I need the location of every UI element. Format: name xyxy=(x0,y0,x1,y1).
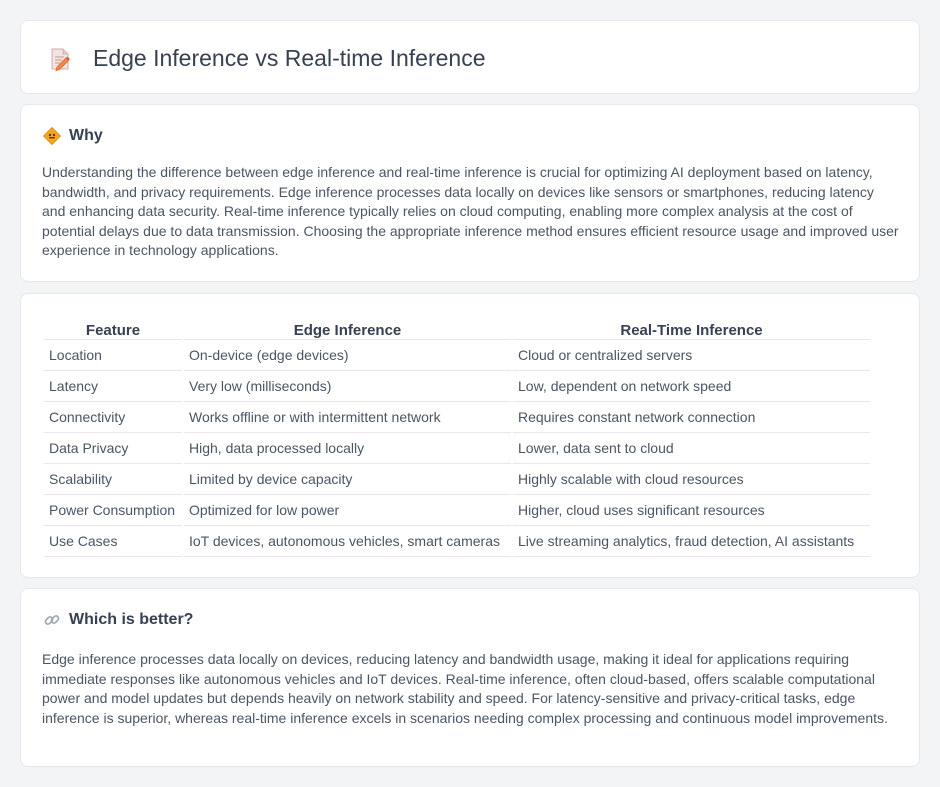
which-is-better-section: Which is better? Edge inference processe… xyxy=(20,588,920,767)
cell-edge: IoT devices, autonomous vehicles, smart … xyxy=(184,526,511,557)
cell-realtime: Low, dependent on network speed xyxy=(513,371,870,402)
cell-edge: High, data processed locally xyxy=(184,433,511,464)
diamond-sign-icon xyxy=(43,127,61,145)
table-row: Connectivity Works offline or with inter… xyxy=(44,402,870,433)
better-title: Which is better? xyxy=(69,611,194,628)
header-card: Edge Inference vs Real-time Inference xyxy=(20,20,920,94)
header-real-time-inference: Real-Time Inference xyxy=(513,318,870,340)
document-edit-icon xyxy=(51,48,70,71)
comparison-table-card: Feature Edge Inference Real-Time Inferen… xyxy=(20,293,920,578)
cell-edge: Optimized for low power xyxy=(184,495,511,526)
link-icon xyxy=(44,615,60,625)
cell-feature: Power Consumption xyxy=(44,495,182,526)
cell-realtime: Highly scalable with cloud resources xyxy=(513,464,870,495)
why-title: Why xyxy=(69,127,103,144)
cell-edge: Limited by device capacity xyxy=(184,464,511,495)
why-body: Understanding the difference between edg… xyxy=(42,164,899,259)
table-row: Data Privacy High, data processed locall… xyxy=(44,433,870,464)
cell-edge: Works offline or with intermittent netwo… xyxy=(184,402,511,433)
table-row: Power Consumption Optimized for low powe… xyxy=(44,495,870,526)
cell-realtime: Cloud or centralized servers xyxy=(513,340,870,371)
table-row: Location On-device (edge devices) Cloud … xyxy=(44,340,870,371)
why-header: Why xyxy=(43,127,103,145)
table-row: Use Cases IoT devices, autonomous vehicl… xyxy=(44,526,870,557)
cell-edge: On-device (edge devices) xyxy=(184,340,511,371)
header-feature: Feature xyxy=(44,318,182,340)
cell-feature: Connectivity xyxy=(44,402,182,433)
better-body: Edge inference processes data locally on… xyxy=(42,651,888,726)
cell-feature: Location xyxy=(44,340,182,371)
cell-realtime: Live streaming analytics, fraud detectio… xyxy=(513,526,870,557)
cell-feature: Scalability xyxy=(44,464,182,495)
why-section: Why Understanding the difference between… xyxy=(20,104,920,282)
table-header-row: Feature Edge Inference Real-Time Inferen… xyxy=(44,318,870,340)
table-row: Scalability Limited by device capacity H… xyxy=(44,464,870,495)
page-title: Edge Inference vs Real-time Inference xyxy=(93,45,486,71)
header-edge-inference: Edge Inference xyxy=(184,318,511,340)
cell-realtime: Lower, data sent to cloud xyxy=(513,433,870,464)
cell-edge: Very low (milliseconds) xyxy=(184,371,511,402)
cell-feature: Use Cases xyxy=(44,526,182,557)
table-row: Latency Very low (milliseconds) Low, dep… xyxy=(44,371,870,402)
better-header: Which is better? xyxy=(43,611,193,629)
cell-feature: Latency xyxy=(44,371,182,402)
cell-realtime: Requires constant network connection xyxy=(513,402,870,433)
comparison-table: Feature Edge Inference Real-Time Inferen… xyxy=(42,318,872,557)
cell-realtime: Higher, cloud uses significant resources xyxy=(513,495,870,526)
cell-feature: Data Privacy xyxy=(44,433,182,464)
title-row: Edge Inference vs Real-time Inference xyxy=(47,45,485,72)
